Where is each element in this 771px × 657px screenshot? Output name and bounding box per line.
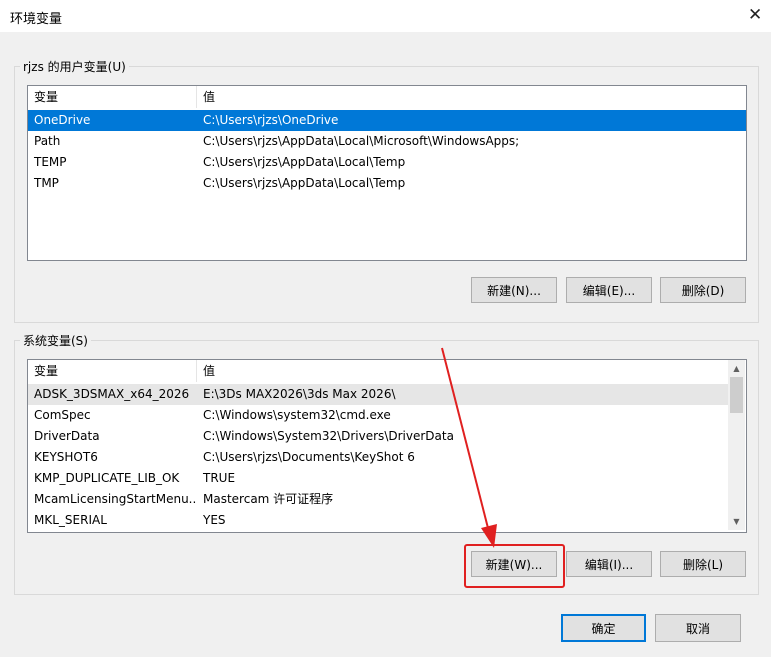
column-header-value[interactable]: 值 — [197, 360, 728, 382]
title-bar: 环境变量 ✕ — [0, 0, 771, 32]
user-var-row[interactable]: TMP C:\Users\rjzs\AppData\Local\Temp — [28, 173, 746, 194]
system-var-row[interactable]: KEYSHOT6 C:\Users\rjzs\Documents\KeyShot… — [28, 447, 728, 468]
user-vars-list[interactable]: 变量 值 OneDrive C:\Users\rjzs\OneDrive Pat… — [27, 85, 747, 261]
var-value: C:\Users\rjzs\AppData\Local\Temp — [203, 176, 406, 190]
var-name: McamLicensingStartMenu... — [34, 492, 196, 506]
var-name: Path — [34, 134, 61, 148]
system-var-row[interactable]: KMP_DUPLICATE_LIB_OK TRUE — [28, 468, 728, 489]
var-value: C:\Windows\system32\cmd.exe — [203, 408, 391, 422]
system-delete-button[interactable]: 删除(L) — [660, 551, 746, 577]
var-value: YES — [203, 513, 226, 527]
var-name: KEYSHOT6 — [34, 450, 98, 464]
ok-button[interactable]: 确定 — [561, 614, 646, 642]
user-var-row[interactable]: Path C:\Users\rjzs\AppData\Local\Microso… — [28, 131, 746, 152]
user-var-row[interactable]: TEMP C:\Users\rjzs\AppData\Local\Temp — [28, 152, 746, 173]
scrollbar-thumb[interactable] — [730, 377, 743, 413]
close-icon[interactable]: ✕ — [748, 6, 762, 24]
scroll-down-icon[interactable]: ▼ — [728, 513, 745, 530]
system-vars-legend: 系统变量(S) — [20, 332, 91, 349]
var-value: C:\Users\rjzs\AppData\Local\Microsoft\Wi… — [203, 134, 520, 148]
system-var-row[interactable]: MKL_SERIAL YES — [28, 510, 728, 531]
system-var-row[interactable]: ComSpec C:\Windows\system32\cmd.exe — [28, 405, 728, 426]
user-vars-header: 变量 值 — [28, 86, 746, 108]
var-name: ADSK_3DSMAX_x64_2026 — [34, 387, 190, 401]
scroll-up-icon[interactable]: ▲ — [728, 360, 745, 377]
system-edit-button[interactable]: 编辑(I)... — [566, 551, 652, 577]
var-value: C:\Windows\System32\Drivers\DriverData — [203, 429, 454, 443]
system-var-row[interactable]: DriverData C:\Windows\System32\Drivers\D… — [28, 426, 728, 447]
column-header-name[interactable]: 变量 — [28, 360, 196, 382]
system-vars-list[interactable]: 变量 值 ADSK_3DSMAX_x64_2026 E:\3Ds MAX2026… — [27, 359, 747, 533]
var-value: C:\Users\rjzs\AppData\Local\Temp — [203, 155, 406, 169]
column-header-name[interactable]: 变量 — [28, 86, 196, 108]
user-vars-legend: rjzs 的用户变量(U) — [20, 58, 129, 75]
user-new-button[interactable]: 新建(N)... — [471, 277, 557, 303]
var-name: ComSpec — [34, 408, 91, 422]
system-vars-header: 变量 值 — [28, 360, 728, 382]
var-value: Mastercam 许可证程序 — [203, 492, 334, 506]
system-var-row[interactable]: ADSK_3DSMAX_x64_2026 E:\3Ds MAX2026\3ds … — [28, 384, 728, 405]
annotation-highlight-box — [464, 544, 565, 588]
user-var-row[interactable]: OneDrive C:\Users\rjzs\OneDrive — [28, 110, 746, 131]
var-value: E:\3Ds MAX2026\3ds Max 2026\ — [203, 387, 396, 401]
var-value: TRUE — [203, 471, 236, 485]
window-title: 环境变量 — [10, 12, 63, 27]
cancel-button[interactable]: 取消 — [655, 614, 741, 642]
system-vars-scrollbar[interactable]: ▲ ▼ — [728, 360, 745, 530]
var-name: TMP — [34, 176, 59, 190]
user-delete-button[interactable]: 删除(D) — [660, 277, 746, 303]
user-edit-button[interactable]: 编辑(E)... — [566, 277, 652, 303]
var-value: C:\Users\rjzs\OneDrive — [203, 113, 339, 127]
var-value: C:\Users\rjzs\Documents\KeyShot 6 — [203, 450, 415, 464]
system-var-row[interactable]: McamLicensingStartMenu... Mastercam 许可证程… — [28, 489, 728, 510]
var-name: MKL_SERIAL — [34, 513, 107, 527]
var-name: TEMP — [34, 155, 67, 169]
var-name: KMP_DUPLICATE_LIB_OK — [34, 471, 180, 485]
column-header-value[interactable]: 值 — [197, 86, 746, 108]
var-name: DriverData — [34, 429, 100, 443]
var-name: OneDrive — [34, 113, 91, 127]
